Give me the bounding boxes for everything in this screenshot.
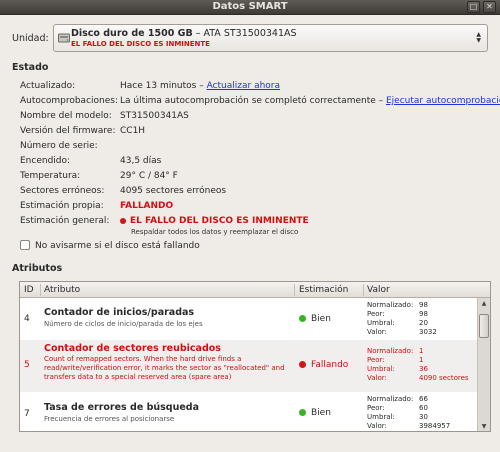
attribute-description: Número de ciclos de inicio/parada de los… [44,320,203,328]
column-header-assessment[interactable]: Estimación [299,285,348,295]
attribute-description: Frecuencia de errores al posicionarse [44,415,175,423]
table-row-failing[interactable]: 5 Contador de sectores reubicados Count … [20,340,478,392]
combo-arrows-icon: ▲ ▼ [476,31,481,44]
column-header-attribute[interactable]: Atributo [44,285,80,295]
column-header-value[interactable]: Valor [367,285,390,295]
dont-warn-checkbox[interactable] [20,240,30,250]
attribute-values: Normalizado: 98 Peor: 98 Umbral: 20 Valor: 3… [367,301,437,336]
overall-assessment-value: EL FALLO DEL DISCO ES INMINENTE [120,216,309,226]
bad-sectors-value: 4095 sectores erróneos [120,186,227,196]
good-status-icon [299,315,306,322]
bad-sectors-label: Sectores erróneos: [20,186,105,196]
attribute-name: Tasa de errores de búsqueda [44,402,200,413]
attribute-name: Contador de inicios/paradas [44,307,195,318]
firmware-value: CC1H [120,126,146,136]
estado-heading: Estado [12,62,49,73]
table-row[interactable]: 7 Tasa de errores de búsqueda Frecuencia… [20,392,478,431]
attribute-id: 4 [24,314,30,324]
selftest-value: La última autocomprobación se completó c… [120,96,500,106]
model-label: Nombre del modelo: [20,111,112,121]
drive-warning: EL FALLO DEL DISCO ES INMINENTE [71,40,210,48]
table-scrollbar[interactable]: ▲ ▼ [477,298,490,431]
scroll-down-icon[interactable]: ▼ [478,421,490,431]
attribute-assessment: Fallando [299,360,348,370]
scroll-up-icon[interactable]: ▲ [478,298,490,309]
attribute-name: Contador de sectores reubicados [44,343,221,354]
updated-label: Actualizado: [20,81,76,91]
table-header: ID Atributo Estimación Valor [20,282,490,298]
selftest-label: Autocomprobaciones: [20,96,118,106]
dont-warn-label[interactable]: No avisarme si el disco está fallando [35,241,200,251]
title-bar: Datos SMART □ ✕ [0,0,500,15]
drive-name: Disco duro de 1500 GB [71,28,193,39]
column-header-id[interactable]: ID [24,285,34,295]
table-row[interactable]: 4 Contador de inicios/paradas Número de … [20,299,478,340]
power-on-value: 43,5 días [120,156,162,166]
attribute-id: 7 [24,409,30,419]
atributos-heading: Atributos [12,263,63,274]
attribute-values: Normalizado: 66 Peor: 60 Umbral: 30 Valor: 3… [367,395,451,430]
updated-value: Hace 13 minutos – Actualizar ahora [120,81,281,91]
attribute-description: Count of remapped sectors. When the hard… [44,355,285,381]
refresh-now-link[interactable]: Actualizar ahora [207,81,280,91]
drive-combobox[interactable]: Disco duro de 1500 GB – ATA ST31500341AS… [53,24,488,52]
run-selftest-link[interactable]: Ejecutar autocomprobación [386,96,500,106]
firmware-label: Versión del firmware: [20,126,116,136]
overall-assessment-note: Respaldar todos los datos y reemplazar e… [131,228,299,236]
overall-assessment-label: Estimación general: [20,216,110,226]
good-status-icon [299,409,306,416]
drive-model: – ATA ST31500341AS [192,28,297,39]
model-value: ST31500341AS [120,111,189,121]
window-title: Datos SMART [212,1,288,12]
failing-status-icon [299,361,306,368]
attribute-values: Normalizado: 1 Peor: 1 Umbral: 36 Valor: 409… [367,347,469,382]
close-button[interactable]: ✕ [483,1,496,13]
temperature-value: 29° C / 84° F [120,171,178,181]
failing-status-icon [120,217,126,224]
scroll-thumb[interactable] [479,314,489,338]
power-on-label: Encendido: [20,156,71,166]
drive-label: Unidad: [12,33,49,44]
attribute-assessment: Bien [299,314,331,324]
attribute-assessment: Bien [299,408,331,418]
self-assessment-label: Estimación propia: [20,201,104,211]
maximize-button[interactable]: □ [467,1,480,13]
attributes-table[interactable]: ID Atributo Estimación Valor 4 Contador … [19,281,491,432]
temperature-label: Temperatura: [20,171,81,181]
serial-label: Número de serie: [20,141,98,151]
attribute-id: 5 [24,360,30,370]
self-assessment-value: FALLANDO [120,201,174,211]
hard-disk-icon [58,33,70,43]
